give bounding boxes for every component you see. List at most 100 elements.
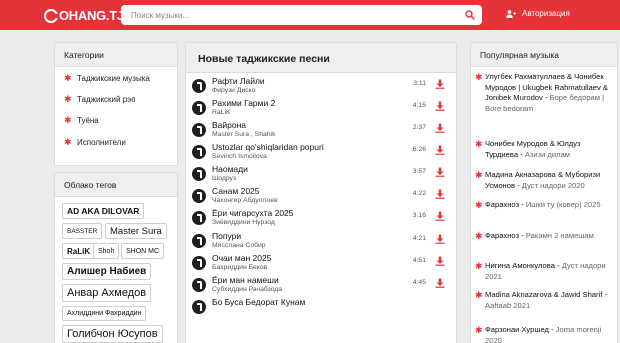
tag-item[interactable]: BASSTER [62,223,103,239]
popular-item-track: Азизи дилам [524,149,570,159]
search-input[interactable] [121,5,451,25]
song-row[interactable]: Вайрона Master Sura , Shahik 2:37 [186,119,456,141]
song-row[interactable]: Рахими Гарми 2 RaLiK 4:15 [186,97,456,119]
star-icon: ✱ [475,72,483,82]
song-duration: 3:16 [412,212,426,219]
popular-item[interactable]: ✱ Нигина Амонкулова - Дуст надори 2021 [475,261,611,282]
download-icon[interactable] [435,211,445,221]
song-title[interactable]: Очаи ман 2025 [212,253,271,263]
song-title[interactable]: Санам 2025 [212,186,260,196]
site-logo[interactable]: OHANG.TJ [44,7,124,24]
song-row[interactable]: Ustozlar qo'shiqlaridan popuri Sevinch Is… [186,141,456,163]
download-icon[interactable] [435,234,445,244]
category-item-tuyona[interactable]: ✱ Туёна [64,115,99,126]
category-item-artists[interactable]: ✱ Исполнители [64,137,126,148]
song-row[interactable]: Бо Буса Бедорат Кунам [186,296,456,318]
user-plus-icon [506,9,516,18]
song-row[interactable]: Ёри чигарсухта 2025 Зиёвиддини Нурзод 3:16 [186,207,456,229]
tag-cloud-title: Облако тегов [55,173,177,197]
music-note-icon [192,101,206,115]
tag-item[interactable]: Ахлиддини Фахриддин [62,306,147,321]
login-label: Авторизация [522,9,570,18]
popular-item[interactable]: ✱ Фарзонаи Хуршед - Joma morenji 2020 [475,325,611,343]
tag-item[interactable]: Анвар Ахмедов [62,284,152,302]
category-item-tajik-music[interactable]: ✱ Таджикские музыка [64,73,150,84]
song-duration: 4:21 [412,235,426,242]
star-icon: ✱ [64,115,72,125]
song-duration: 4:15 [412,102,426,109]
music-note-icon [192,123,206,137]
popular-item[interactable]: ✱ Madina Aknazarova & Jawid Sharif - Aaft… [475,290,611,311]
music-note-icon [192,256,206,270]
song-title[interactable]: Ustozlar qo'shiqlaridan popuri [212,142,324,152]
star-icon: ✱ [475,231,483,241]
song-row[interactable]: Наомади Шодруз 3:57 [186,163,456,185]
login-link[interactable]: Авторизация [506,9,570,18]
star-icon: ✱ [475,200,483,210]
music-note-icon [192,234,206,248]
song-artist: Чахонгир Абдуллоев [212,197,278,204]
tag-item[interactable]: RaLiK [62,243,96,259]
download-icon[interactable] [435,79,445,89]
popular-item-title: Фарахноз - [485,200,524,209]
top-header: OHANG.TJ Авторизация [0,0,620,30]
star-icon: ✱ [475,170,483,180]
music-note-icon [192,189,206,203]
popular-item[interactable]: ✱ Мадина Акназарова & Муборизи Усмонов - … [475,170,611,191]
category-item-tajik-rap[interactable]: ✱ Таджикский рэп [64,94,136,105]
song-row[interactable]: Ёри ман намеши Субхиддин Рачабзода 4:45 [186,274,456,296]
song-row[interactable]: Санам 2025 Чахонгир Абдуллоев 4:22 [186,185,456,207]
tag-item[interactable]: SHON MC [121,243,165,259]
popular-item-title: Нигина Амонкулова - [485,261,560,270]
song-title[interactable]: Ёри чигарсухта 2025 [212,208,294,218]
song-title[interactable]: Рафти Лайли [212,76,265,86]
popular-item-title: Фарахноз - [485,231,524,240]
song-duration: 4:22 [412,190,426,197]
popular-panel: Популярная музыка ✱ Улугбек Рахматуллаев … [470,42,618,343]
song-title[interactable]: Бо Буса Бедорат Кунам [212,297,305,307]
new-songs-title: Новые таджикские песни [186,43,456,73]
song-artist: Шодруз [212,175,237,182]
song-duration: 6:26 [412,146,426,153]
song-title[interactable]: Наомади [212,164,248,174]
song-artist: Бахриддин Беков [212,264,268,271]
star-icon: ✱ [475,139,483,149]
popular-item[interactable]: ✱ Улугбек Рахматуллаев & Чонибек Муродов … [475,72,611,114]
popular-item-track: Дуст надори 2020 [521,180,585,190]
song-title[interactable]: Вайрона [212,120,246,130]
download-icon[interactable] [435,278,445,288]
search-box [121,5,482,25]
music-note-icon [192,167,206,181]
song-row[interactable]: Рафти Лайли Фирузи Диско 3:11 [186,75,456,97]
popular-item[interactable]: ✱ Фарахноз - Ракамн 2 намешам [475,231,611,242]
song-title[interactable]: Ёри ман намеши [212,275,279,285]
song-duration: 3:11 [413,80,426,87]
new-songs-panel: Новые таджикские песни Рафти Лайли Фирузи… [185,42,457,343]
song-row[interactable]: Попури Мисслана Собир 4:21 [186,230,456,252]
download-icon[interactable] [435,101,445,111]
song-artist: Master Sura , Shahik [212,131,276,138]
download-icon[interactable] [435,145,445,155]
categories-title: Категории [55,43,177,67]
tag-item[interactable]: Master Sura [105,223,167,239]
tag-item[interactable]: AD AKA DILOVAR [62,203,145,219]
popular-item[interactable]: ✱ Фарахноз - Ишки ту (ковер) 2025 [475,200,611,211]
logo-icon [44,8,59,23]
tag-item[interactable]: Алишер Набиев [62,263,152,280]
download-icon[interactable] [435,123,445,133]
logo-text: OHANG.TJ [59,8,124,23]
download-icon[interactable] [435,256,445,266]
song-title[interactable]: Рахими Гарми 2 [212,98,275,108]
search-icon[interactable] [465,10,475,20]
popular-item[interactable]: ✱ Чонибек Муродов & Юлдуз Турдиева - Азиз… [475,139,611,160]
download-icon[interactable] [435,189,445,199]
song-duration: 3:57 [412,168,426,175]
song-artist: Мисслана Собир [212,242,266,249]
star-icon: ✱ [475,261,483,271]
song-title[interactable]: Попури [212,231,241,241]
tag-item[interactable]: Голибчон Юсупов [62,325,163,343]
tag-item[interactable]: Shoh [93,243,120,259]
music-note-icon [192,211,206,225]
song-row[interactable]: Очаи ман 2025 Бахриддин Беков 4:51 [186,252,456,274]
download-icon[interactable] [435,167,445,177]
